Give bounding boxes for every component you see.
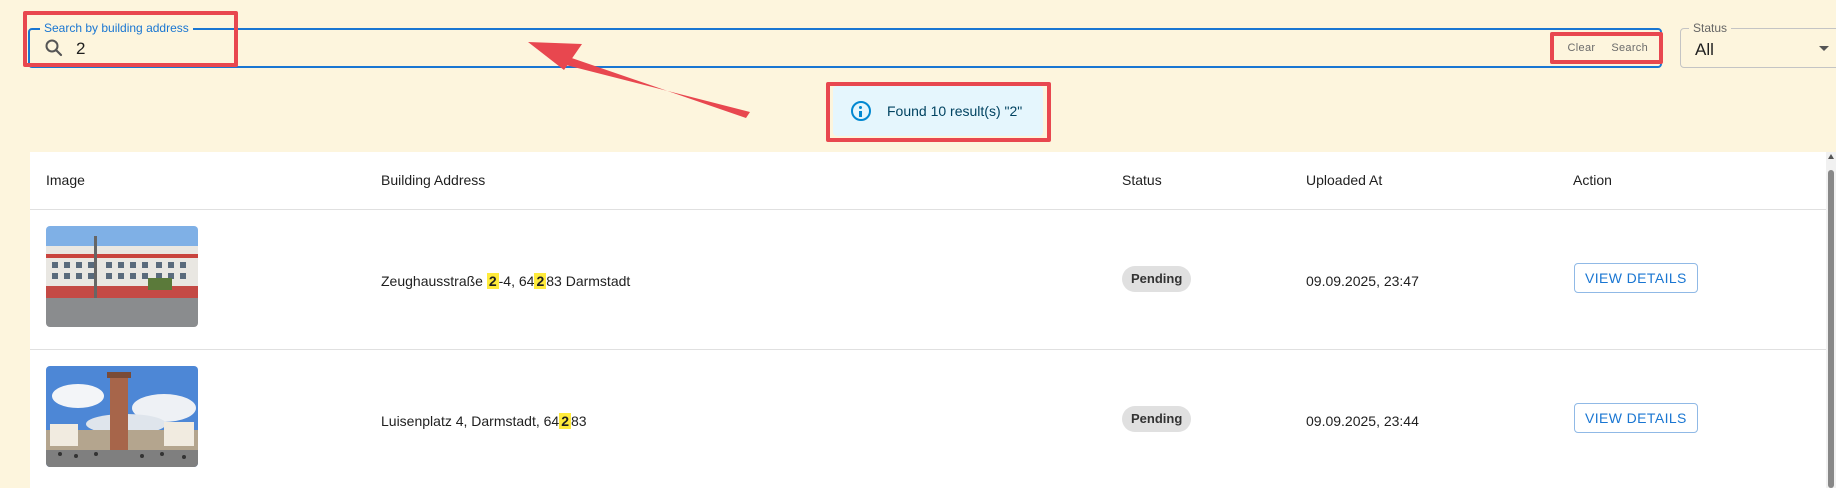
status-badge: Pending xyxy=(1122,266,1192,292)
search-label: Search by building address xyxy=(40,21,193,35)
table-row: Luisenplatz 4, Darmstadt, 64 2 83 Pending … xyxy=(30,350,1826,488)
uploaded-at: 09.09.2025, 23:47 xyxy=(1306,273,1419,289)
column-header-address: Building Address xyxy=(381,172,486,188)
status-select-label: Status xyxy=(1689,21,1732,35)
column-header-action: Action xyxy=(1573,172,1612,188)
table-header: Image Building Address Status Uploaded A… xyxy=(30,152,1826,210)
status-select[interactable]: Status All xyxy=(1680,21,1836,68)
results-alert: Found 10 result(s) "2" xyxy=(833,86,1043,136)
chevron-down-icon[interactable] xyxy=(1819,46,1829,51)
search-button[interactable]: Search xyxy=(1605,38,1654,58)
buildings-table: Image Building Address Status Uploaded A… xyxy=(30,152,1826,488)
column-header-status: Status xyxy=(1122,172,1162,188)
search-icon xyxy=(45,39,63,57)
scroll-up-icon[interactable] xyxy=(1828,154,1834,159)
building-address: Luisenplatz 4, Darmstadt, 64 2 83 xyxy=(381,413,587,429)
search-input[interactable]: 2 xyxy=(76,39,85,59)
view-details-button[interactable]: VIEW DETAILS xyxy=(1574,263,1698,293)
building-thumbnail[interactable] xyxy=(46,366,198,467)
uploaded-at: 09.09.2025, 23:44 xyxy=(1306,413,1419,429)
status-select-value[interactable]: All xyxy=(1695,40,1714,60)
view-details-button[interactable]: VIEW DETAILS xyxy=(1574,403,1698,433)
building-address: Zeughausstraße 2 -4, 64 2 83 Darmstadt xyxy=(381,273,631,289)
status-badge: Pending xyxy=(1122,406,1192,432)
column-header-uploaded: Uploaded At xyxy=(1306,172,1383,188)
info-icon xyxy=(851,101,871,121)
building-thumbnail[interactable] xyxy=(46,226,198,327)
column-header-image: Image xyxy=(46,172,85,188)
results-alert-text: Found 10 result(s) "2" xyxy=(887,103,1023,119)
table-scrollbar[interactable] xyxy=(1826,152,1836,488)
table-row: Zeughausstraße 2 -4, 64 2 83 Darmstadt Pend… xyxy=(30,210,1826,350)
clear-button[interactable]: Clear xyxy=(1562,38,1602,58)
scrollbar-thumb[interactable] xyxy=(1828,170,1834,488)
search-field[interactable]: Search by building address 2 Clear Searc… xyxy=(28,21,1662,68)
annotation-arrow xyxy=(528,42,750,118)
